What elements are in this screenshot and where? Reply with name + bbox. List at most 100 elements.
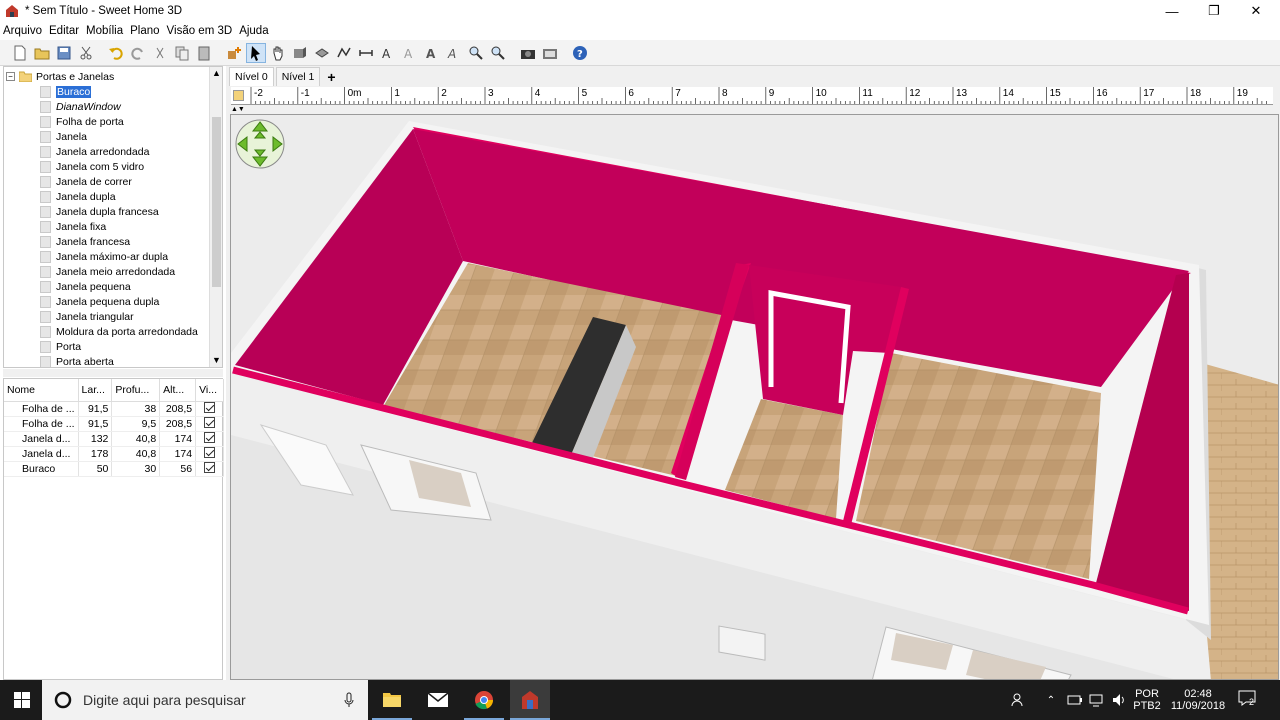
minimize-button[interactable]: — bbox=[1152, 0, 1192, 22]
maximize-button[interactable]: ❐ bbox=[1194, 0, 1234, 22]
col-nome[interactable]: Nome bbox=[4, 379, 79, 402]
catalog-item[interactable]: Janela fixa bbox=[40, 219, 106, 234]
catalog-item[interactable]: Moldura da porta arredondada bbox=[40, 324, 198, 339]
catalog-item[interactable]: Janela triangular bbox=[40, 309, 134, 324]
visible-checkbox[interactable] bbox=[204, 461, 216, 473]
catalog-item[interactable]: Folha de porta bbox=[40, 114, 124, 129]
table-cell: 50 bbox=[78, 461, 113, 477]
col-altura[interactable]: Alt... bbox=[159, 379, 197, 402]
microphone-icon[interactable] bbox=[344, 692, 354, 708]
visible-checkbox[interactable] bbox=[204, 416, 216, 428]
tab-nivel-0[interactable]: Nível 0 bbox=[229, 67, 274, 86]
close-button[interactable]: ✕ bbox=[1236, 0, 1276, 22]
tab-nivel-1[interactable]: Nível 1 bbox=[275, 67, 321, 86]
catalog-scrollbar[interactable]: ▲ ▼ bbox=[209, 67, 222, 367]
catalog-item[interactable]: Janela com 5 vidro bbox=[40, 159, 144, 174]
table-row[interactable]: Folha de ... 91,5 38 208,5 bbox=[4, 401, 224, 417]
menu-visao-3d[interactable]: Visão em 3D bbox=[167, 25, 233, 37]
catalog-item[interactable]: Janela meio arredondada bbox=[40, 264, 175, 279]
add-text-button[interactable]: A bbox=[378, 43, 398, 63]
pan-mode-button[interactable] bbox=[268, 43, 288, 63]
notification-center[interactable]: 2 bbox=[1238, 690, 1260, 710]
cut-button[interactable] bbox=[76, 43, 96, 63]
people-icon[interactable] bbox=[1011, 692, 1027, 708]
visible-checkbox[interactable] bbox=[204, 401, 216, 413]
text-style-button[interactable]: A bbox=[400, 43, 420, 63]
photo-button[interactable] bbox=[518, 43, 538, 63]
select-mode-button[interactable] bbox=[246, 42, 266, 63]
create-dimensions-button[interactable] bbox=[356, 43, 376, 63]
help-button[interactable]: ? bbox=[570, 43, 590, 63]
battery-icon[interactable] bbox=[1067, 694, 1083, 706]
catalog-item[interactable]: DianaWindow bbox=[40, 99, 121, 114]
scroll-thumb[interactable] bbox=[212, 117, 221, 287]
3d-navigation-control[interactable] bbox=[234, 118, 286, 170]
3d-view[interactable] bbox=[230, 114, 1279, 680]
create-walls-button[interactable] bbox=[290, 43, 310, 63]
show-hidden-icons[interactable]: ⌃ bbox=[1044, 680, 1058, 720]
new-file-button[interactable] bbox=[10, 43, 30, 63]
catalog-item[interactable]: Janela dupla francesa bbox=[40, 204, 159, 219]
catalog-item[interactable]: Porta bbox=[40, 339, 81, 354]
catalog-item[interactable]: Janela pequena dupla bbox=[40, 294, 159, 309]
catalog-item[interactable]: Janela francesa bbox=[40, 234, 130, 249]
catalog-item[interactable]: Janela máximo-ar dupla bbox=[40, 249, 168, 264]
menu-mobilia[interactable]: Mobília bbox=[86, 25, 123, 37]
catalog-item[interactable]: Janela de correr bbox=[40, 174, 132, 189]
create-rooms-button[interactable] bbox=[312, 43, 332, 63]
paste-button[interactable] bbox=[194, 43, 214, 63]
copy-button[interactable] bbox=[172, 43, 192, 63]
redo-button[interactable] bbox=[128, 43, 148, 63]
furniture-thumbnail-icon bbox=[40, 100, 51, 113]
menu-arquivo[interactable]: Arquivo bbox=[3, 25, 42, 37]
plan-collapse-arrow[interactable]: ▲▼ bbox=[231, 106, 245, 113]
catalog-category[interactable]: − Portas e Janelas bbox=[6, 69, 114, 84]
bold-text-button[interactable]: A bbox=[422, 43, 442, 63]
table-row[interactable]: Buraco 50 30 56 bbox=[4, 461, 224, 477]
video-button[interactable] bbox=[540, 43, 560, 63]
col-largura[interactable]: Lar... bbox=[78, 379, 113, 402]
collapse-icon[interactable]: − bbox=[6, 72, 15, 81]
catalog-item[interactable]: Janela pequena bbox=[40, 279, 131, 294]
open-button[interactable] bbox=[32, 43, 52, 63]
table-row[interactable]: Folha de ... 91,5 9,5 208,5 bbox=[4, 416, 224, 432]
italic-text-button[interactable]: A bbox=[444, 43, 464, 63]
visible-checkbox[interactable] bbox=[204, 431, 216, 443]
add-furniture-button[interactable] bbox=[224, 43, 244, 63]
scroll-down-arrow[interactable]: ▼ bbox=[210, 354, 222, 367]
menu-ajuda[interactable]: Ajuda bbox=[239, 25, 268, 37]
scroll-up-arrow[interactable]: ▲ bbox=[210, 67, 222, 80]
language-indicator[interactable]: POR PTB2 bbox=[1132, 680, 1162, 720]
lang-code: POR bbox=[1135, 688, 1159, 700]
create-polylines-button[interactable] bbox=[334, 43, 354, 63]
taskbar-chrome[interactable] bbox=[464, 680, 504, 720]
add-level-button[interactable]: + bbox=[322, 67, 340, 86]
network-icon[interactable] bbox=[1089, 692, 1105, 708]
catalog-item[interactable]: Buraco bbox=[40, 84, 92, 99]
col-visivel[interactable]: Vi... bbox=[195, 379, 224, 402]
undo-button[interactable] bbox=[106, 43, 126, 63]
table-row[interactable]: Janela d... 178 40,8 174 bbox=[4, 446, 224, 462]
volume-icon[interactable] bbox=[1112, 692, 1128, 708]
catalog-item[interactable]: Janela bbox=[40, 129, 87, 144]
save-button[interactable] bbox=[54, 43, 74, 63]
search-placeholder: Digite aqui para pesquisar bbox=[83, 692, 246, 708]
catalog-item[interactable]: Janela arredondada bbox=[40, 144, 149, 159]
catalog-item[interactable]: Porta aberta bbox=[40, 354, 114, 367]
clock[interactable]: 02:48 11/09/2018 bbox=[1168, 680, 1228, 720]
cut-tool-button[interactable] bbox=[150, 43, 170, 63]
zoom-out-button[interactable] bbox=[488, 43, 508, 63]
menu-plano[interactable]: Plano bbox=[130, 25, 159, 37]
windows-start-icon[interactable] bbox=[14, 692, 30, 708]
table-row[interactable]: Janela d... 132 40,8 174 bbox=[4, 431, 224, 447]
zoom-in-button[interactable] bbox=[466, 43, 486, 63]
visible-checkbox[interactable] bbox=[204, 446, 216, 458]
taskbar-sweethome3d[interactable] bbox=[510, 680, 550, 720]
menu-editar[interactable]: Editar bbox=[49, 25, 79, 37]
pane-splitter[interactable] bbox=[3, 369, 223, 377]
taskbar-mail[interactable] bbox=[418, 680, 458, 720]
col-profundidade[interactable]: Profu... bbox=[111, 379, 161, 402]
taskbar-search[interactable]: Digite aqui para pesquisar bbox=[42, 680, 368, 720]
catalog-item[interactable]: Janela dupla bbox=[40, 189, 116, 204]
taskbar-explorer[interactable] bbox=[372, 680, 412, 720]
